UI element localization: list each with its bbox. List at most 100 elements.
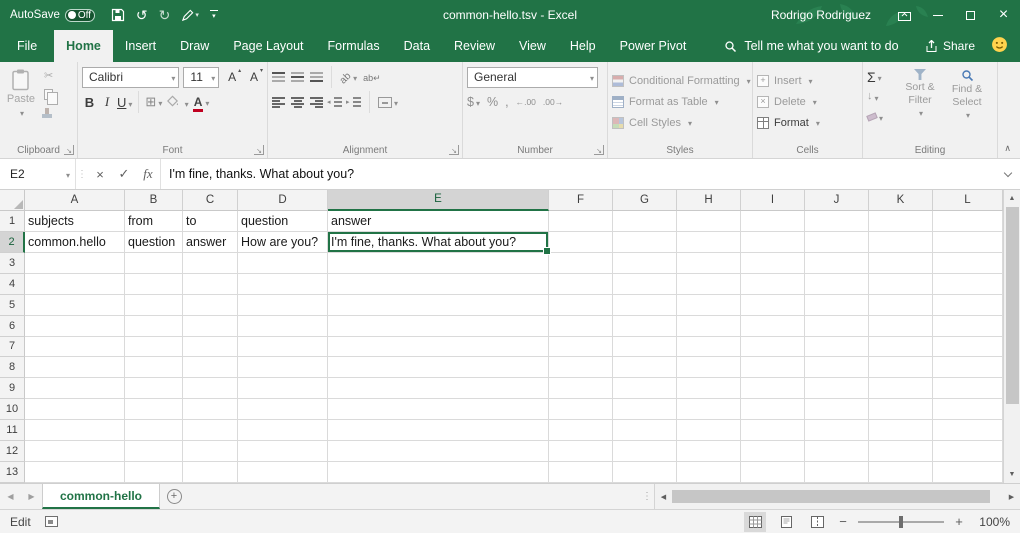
- row-header-13[interactable]: 13: [0, 462, 25, 483]
- format-painter-button[interactable]: [45, 108, 49, 114]
- clipboard-dialog-launcher[interactable]: [64, 145, 74, 155]
- copy-button[interactable]: [44, 89, 53, 100]
- cell-H1[interactable]: [677, 211, 741, 232]
- cell-F3[interactable]: [549, 253, 613, 274]
- cell-H4[interactable]: [677, 274, 741, 295]
- cell-G3[interactable]: [613, 253, 677, 274]
- cell-L10[interactable]: [933, 399, 1003, 420]
- number-dialog-launcher[interactable]: [594, 145, 604, 155]
- cell-K1[interactable]: [869, 211, 933, 232]
- cell-D2[interactable]: How are you?: [238, 232, 328, 253]
- cell-F1[interactable]: [549, 211, 613, 232]
- scroll-down-arrow-icon[interactable]: ▼: [1004, 466, 1020, 483]
- cell-A12[interactable]: [25, 441, 125, 462]
- align-bottom-button[interactable]: [310, 72, 323, 83]
- minimize-button[interactable]: [921, 0, 954, 30]
- column-header-F[interactable]: F: [549, 190, 613, 211]
- tab-page-layout[interactable]: Page Layout: [221, 30, 315, 62]
- cell-F5[interactable]: [549, 295, 613, 316]
- fill-button[interactable]: ↓: [867, 89, 895, 104]
- cell-E6[interactable]: [328, 316, 549, 337]
- font-name-combo[interactable]: Calibri: [82, 67, 179, 88]
- zoom-slider-thumb[interactable]: [899, 516, 903, 528]
- cell-G1[interactable]: [613, 211, 677, 232]
- cell-B1[interactable]: from: [125, 211, 183, 232]
- feedback-smiley-button[interactable]: [991, 36, 1008, 56]
- cell-F10[interactable]: [549, 399, 613, 420]
- italic-button[interactable]: I: [101, 94, 113, 110]
- vertical-scroll-thumb[interactable]: [1006, 207, 1019, 404]
- cell-L13[interactable]: [933, 462, 1003, 483]
- cell-C9[interactable]: [183, 378, 238, 399]
- cell-K8[interactable]: [869, 357, 933, 378]
- cell-G5[interactable]: [613, 295, 677, 316]
- cell-L12[interactable]: [933, 441, 1003, 462]
- cell-E2[interactable]: I'm fine, thanks. What about you?: [328, 232, 549, 253]
- find-select-button[interactable]: Find & Select: [945, 66, 989, 124]
- cell-A13[interactable]: [25, 462, 125, 483]
- cell-I2[interactable]: [741, 232, 805, 253]
- tab-insert[interactable]: Insert: [113, 30, 168, 62]
- cell-F7[interactable]: [549, 337, 613, 358]
- cell-D3[interactable]: [238, 253, 328, 274]
- cell-D12[interactable]: [238, 441, 328, 462]
- row-header-4[interactable]: 4: [0, 274, 25, 295]
- cell-E10[interactable]: [328, 399, 549, 420]
- row-header-5[interactable]: 5: [0, 295, 25, 316]
- decrease-font-size-button[interactable]: A: [245, 70, 263, 84]
- close-button[interactable]: ×: [987, 0, 1020, 30]
- font-dialog-launcher[interactable]: [254, 145, 264, 155]
- cell-I9[interactable]: [741, 378, 805, 399]
- zoom-slider[interactable]: [858, 521, 944, 523]
- cell-C11[interactable]: [183, 420, 238, 441]
- cell-F9[interactable]: [549, 378, 613, 399]
- tab-help[interactable]: Help: [558, 30, 608, 62]
- column-header-L[interactable]: L: [933, 190, 1003, 211]
- cell-J13[interactable]: [805, 462, 869, 483]
- fill-color-button[interactable]: [166, 95, 188, 110]
- tell-me-search[interactable]: Tell me what you want to do: [724, 30, 898, 62]
- orientation-button[interactable]: ab: [340, 70, 357, 84]
- cell-G4[interactable]: [613, 274, 677, 295]
- cell-E1[interactable]: answer: [328, 211, 549, 232]
- cell-B2[interactable]: question: [125, 232, 183, 253]
- cell-J3[interactable]: [805, 253, 869, 274]
- row-header-12[interactable]: 12: [0, 441, 25, 462]
- share-button[interactable]: Share: [925, 39, 975, 53]
- row-header-9[interactable]: 9: [0, 378, 25, 399]
- cell-C5[interactable]: [183, 295, 238, 316]
- row-header-10[interactable]: 10: [0, 399, 25, 420]
- cell-B5[interactable]: [125, 295, 183, 316]
- tab-home[interactable]: Home: [54, 30, 113, 62]
- cell-C4[interactable]: [183, 274, 238, 295]
- tab-review[interactable]: Review: [442, 30, 507, 62]
- cell-J6[interactable]: [805, 316, 869, 337]
- cell-H12[interactable]: [677, 441, 741, 462]
- normal-view-button[interactable]: [744, 512, 766, 532]
- cell-E3[interactable]: [328, 253, 549, 274]
- sort-filter-button[interactable]: Sort & Filter: [898, 66, 942, 124]
- delete-cells-button[interactable]: Delete: [757, 92, 858, 111]
- expand-formula-bar-button[interactable]: [996, 159, 1020, 189]
- cut-button[interactable]: ✂: [44, 71, 53, 82]
- align-right-button[interactable]: [310, 97, 323, 108]
- cell-E8[interactable]: [328, 357, 549, 378]
- align-center-button[interactable]: [291, 97, 304, 108]
- cell-styles-button[interactable]: Cell Styles: [612, 113, 748, 132]
- scroll-right-arrow-icon[interactable]: ▶: [1003, 484, 1020, 509]
- tab-draw[interactable]: Draw: [168, 30, 221, 62]
- cell-D13[interactable]: [238, 462, 328, 483]
- column-header-H[interactable]: H: [677, 190, 741, 211]
- decrease-indent-button[interactable]: [329, 97, 342, 108]
- tab-view[interactable]: View: [507, 30, 558, 62]
- font-color-button[interactable]: A: [193, 95, 210, 109]
- row-header-7[interactable]: 7: [0, 337, 25, 358]
- cell-A11[interactable]: [25, 420, 125, 441]
- cell-H10[interactable]: [677, 399, 741, 420]
- cell-A10[interactable]: [25, 399, 125, 420]
- cell-I5[interactable]: [741, 295, 805, 316]
- cell-K5[interactable]: [869, 295, 933, 316]
- tab-data[interactable]: Data: [392, 30, 442, 62]
- cell-B10[interactable]: [125, 399, 183, 420]
- macro-record-button[interactable]: [45, 516, 58, 527]
